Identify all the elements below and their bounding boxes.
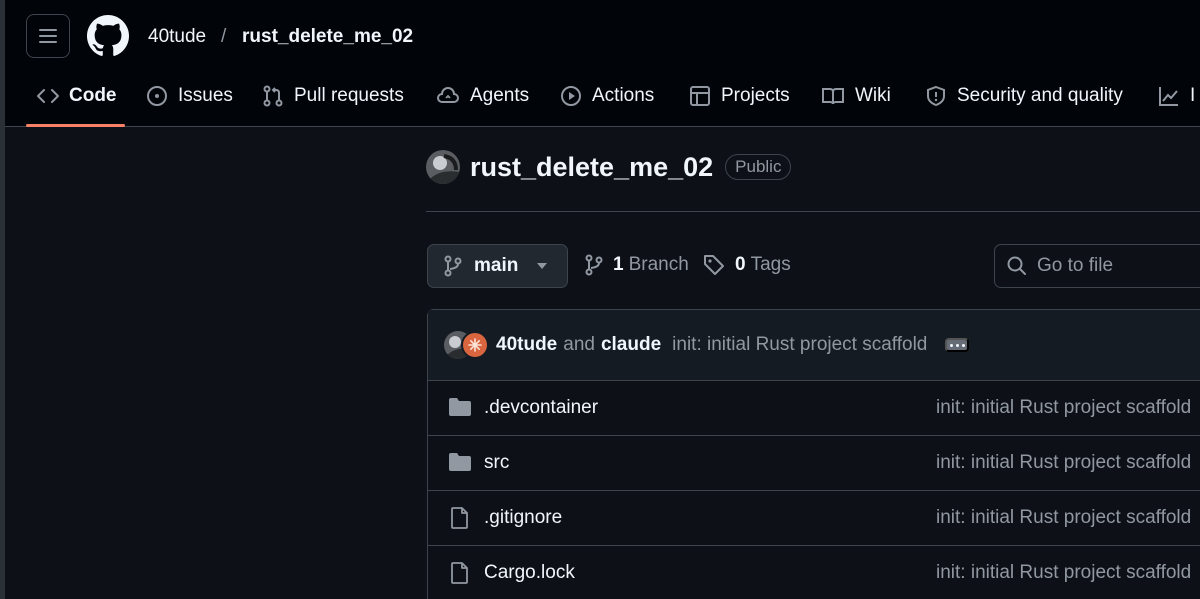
tab-insights[interactable]: I	[1158, 72, 1195, 120]
search-icon	[1007, 256, 1026, 275]
file-commit-message[interactable]: init: initial Rust project scaffold	[936, 507, 1191, 529]
table-row: .devcontainer init: initial Rust project…	[428, 381, 1200, 436]
commit-details-button[interactable]	[945, 338, 970, 352]
shield-icon	[927, 85, 945, 107]
repo-name[interactable]: rust_delete_me_02	[470, 152, 713, 183]
branch-name: main	[474, 255, 519, 276]
tag-count-label: Tags	[750, 254, 791, 275]
branch-count-label: Branch	[628, 254, 689, 275]
agents-icon	[437, 87, 459, 103]
file-icon	[451, 507, 468, 529]
commit-author-2[interactable]: claude	[601, 334, 661, 356]
owner-avatar[interactable]	[426, 150, 460, 184]
github-logo-icon[interactable]	[87, 15, 129, 57]
latest-commit-bar: 40tude and claude init: initial Rust pro…	[428, 310, 1200, 381]
code-icon	[37, 89, 59, 103]
go-to-file-search[interactable]	[994, 244, 1200, 288]
file-name[interactable]: .gitignore	[484, 507, 562, 529]
hamburger-icon	[39, 29, 57, 43]
branches-link[interactable]: 1 Branch	[585, 254, 689, 276]
table-row: src init: initial Rust project scaffold	[428, 436, 1200, 491]
folder-icon	[449, 453, 471, 471]
tab-code[interactable]: Code	[37, 72, 117, 120]
book-icon	[822, 88, 844, 105]
file-name[interactable]: Cargo.lock	[484, 562, 575, 584]
file-name[interactable]: src	[484, 452, 509, 474]
repo-header: 40tude / rust_delete_me_02 Code Issues P…	[5, 0, 1200, 127]
table-icon	[690, 86, 710, 106]
breadcrumb-owner[interactable]: 40tude	[148, 25, 206, 49]
issue-icon	[147, 86, 167, 106]
tab-pull-requests[interactable]: Pull requests	[262, 72, 404, 120]
menu-button[interactable]	[26, 14, 70, 58]
breadcrumb-repo[interactable]: rust_delete_me_02	[242, 25, 413, 49]
ellipsis-dot-icon	[961, 343, 965, 347]
pull-request-icon	[263, 85, 283, 107]
commit-and: and	[563, 334, 595, 355]
branch-icon	[585, 254, 603, 276]
tab-actions[interactable]: Actions	[560, 72, 654, 120]
coauthor-avatar[interactable]	[461, 331, 489, 359]
file-icon	[451, 562, 468, 584]
ellipsis-dot-icon	[955, 343, 959, 347]
file-commit-message[interactable]: init: initial Rust project scaffold	[936, 397, 1191, 419]
tab-agents[interactable]: Agents	[436, 72, 529, 120]
branch-selector-button[interactable]: main	[427, 244, 568, 288]
file-name[interactable]: .devcontainer	[484, 397, 598, 419]
claude-logo-icon	[468, 338, 482, 352]
branch-count: 1	[613, 254, 624, 275]
file-table: 40tude and claude init: initial Rust pro…	[427, 309, 1200, 599]
commit-message[interactable]: init: initial Rust project scaffold	[672, 334, 927, 356]
tags-link[interactable]: 0 Tags	[703, 254, 791, 276]
file-commit-message[interactable]: init: initial Rust project scaffold	[936, 452, 1191, 474]
repo-nav-tabs: Code Issues Pull requests Agents Actions…	[5, 72, 1200, 127]
tab-issues[interactable]: Issues	[146, 72, 233, 120]
caret-down-icon	[537, 263, 547, 269]
title-divider	[426, 211, 1200, 212]
play-icon	[561, 86, 581, 106]
tab-wiki[interactable]: Wiki	[821, 72, 891, 120]
tag-icon	[704, 255, 724, 275]
breadcrumb-separator: /	[221, 26, 227, 47]
commit-avatars	[444, 330, 489, 360]
ellipsis-dot-icon	[949, 343, 953, 347]
commit-author-1[interactable]: 40tude	[496, 334, 557, 356]
tab-security[interactable]: Security and quality	[925, 72, 1123, 120]
visibility-badge: Public	[725, 154, 792, 180]
branch-icon	[444, 255, 462, 277]
table-row: .gitignore init: initial Rust project sc…	[428, 491, 1200, 546]
table-row: Cargo.lock init: initial Rust project sc…	[428, 546, 1200, 599]
file-commit-message[interactable]: init: initial Rust project scaffold	[936, 562, 1191, 584]
graph-icon	[1159, 87, 1178, 106]
go-to-file-input[interactable]	[1037, 255, 1197, 277]
tag-count: 0	[735, 254, 746, 275]
tab-projects[interactable]: Projects	[689, 72, 790, 120]
active-tab-underline	[26, 124, 125, 127]
repo-title: rust_delete_me_02 Public	[426, 150, 792, 184]
folder-icon	[449, 398, 471, 416]
